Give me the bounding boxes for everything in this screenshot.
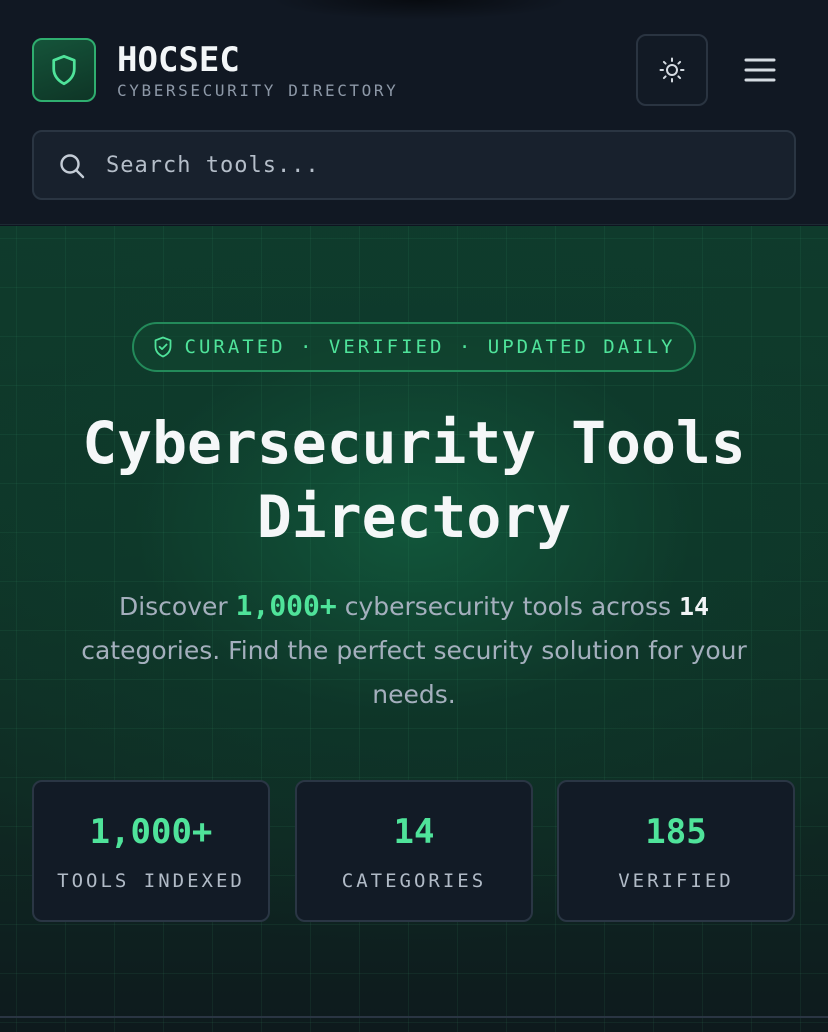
stat-value: 185 bbox=[645, 812, 707, 852]
title-line-1: Cybersecurity Tools bbox=[82, 409, 746, 477]
search-input[interactable] bbox=[106, 132, 776, 198]
hero-description: Discover 1,000+ cybersecurity tools acro… bbox=[50, 584, 778, 717]
search-icon bbox=[60, 154, 85, 179]
brand-title[interactable]: HOCSEC bbox=[117, 40, 240, 80]
hero-section: CURATED · VERIFIED · UPDATED DAILY Cyber… bbox=[0, 226, 828, 1032]
theme-toggle-button[interactable] bbox=[636, 34, 708, 106]
stat-value: 14 bbox=[393, 812, 435, 852]
desc-suffix: categories. Find the perfect security so… bbox=[81, 636, 747, 709]
desc-categories-count: 14 bbox=[678, 592, 710, 621]
stat-card-categories: 14 CATEGORIES bbox=[295, 780, 533, 922]
title-line-2: Directory bbox=[256, 483, 572, 551]
status-badge: CURATED · VERIFIED · UPDATED DAILY bbox=[132, 322, 696, 372]
badge-text: CURATED · VERIFIED · UPDATED DAILY bbox=[184, 336, 676, 358]
logo[interactable] bbox=[32, 38, 96, 102]
stat-card-verified: 185 VERIFIED bbox=[557, 780, 795, 922]
stat-label: CATEGORIES bbox=[341, 870, 487, 892]
shield-check-icon bbox=[154, 336, 171, 358]
hamburger-menu-icon bbox=[744, 58, 776, 82]
section-divider bbox=[0, 1016, 828, 1018]
stat-label: TOOLS INDEXED bbox=[57, 870, 245, 892]
desc-prefix: Discover bbox=[118, 592, 236, 621]
desc-middle: cybersecurity tools across bbox=[336, 592, 679, 621]
page: HOCSEC CYBERSECURITY DIRECTORY Search to… bbox=[0, 0, 828, 1032]
stat-card-tools: 1,000+ TOOLS INDEXED bbox=[32, 780, 270, 922]
page-title: Cybersecurity Tools Directory bbox=[0, 406, 828, 554]
stat-value: 1,000+ bbox=[89, 812, 213, 852]
stat-label: VERIFIED bbox=[618, 870, 734, 892]
site-header: HOCSEC CYBERSECURITY DIRECTORY bbox=[0, 0, 828, 225]
menu-button[interactable] bbox=[730, 46, 790, 94]
shield-icon bbox=[52, 54, 76, 86]
brand-subtitle: CYBERSECURITY DIRECTORY bbox=[117, 81, 399, 100]
desc-tools-count: 1,000+ bbox=[235, 589, 337, 622]
search-bar[interactable] bbox=[32, 130, 796, 200]
sun-icon bbox=[659, 57, 685, 83]
